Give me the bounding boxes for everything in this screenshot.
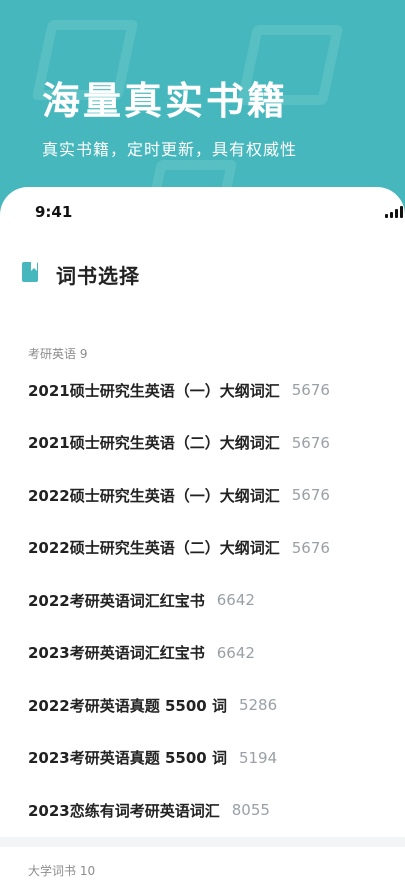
book-title: 2023考研英语词汇红宝书 [28, 644, 205, 663]
hero-subtitle: 真实书籍，定时更新，具有权威性 [42, 140, 298, 159]
book-list: 2021硕士研究生英语（一）大纲词汇 5676 2021硕士研究生英语（二）大纲… [0, 364, 405, 837]
word-count: 5676 [291, 381, 330, 400]
list-item[interactable]: 2021硕士研究生英语（一）大纲词汇 5676 [0, 364, 405, 417]
word-count: 6642 [216, 591, 255, 610]
section-divider [0, 837, 405, 847]
word-count: 5676 [291, 486, 330, 505]
book-title: 2022硕士研究生英语（二）大纲词汇 [28, 539, 280, 558]
list-item[interactable]: 2022硕士研究生英语（二）大纲词汇 5676 [0, 522, 405, 575]
section-title: 词书选择 [56, 264, 140, 288]
status-bar: 9:41 [0, 187, 405, 237]
list-item[interactable]: 2023考研英语词汇红宝书 6642 [0, 627, 405, 680]
list-item[interactable]: 2021硕士研究生英语（二）大纲词汇 5676 [0, 417, 405, 470]
hero-title: 海量真实书籍 [42, 79, 289, 123]
word-count: 5676 [291, 538, 330, 557]
status-time: 9:41 [35, 203, 73, 221]
phone-screen: 9:41 词书选择 考研英语 9 2021硕士研究生英语（一）大纲词汇 5676 [0, 187, 405, 887]
book-title: 2022考研英语词汇红宝书 [28, 591, 205, 610]
word-count: 6642 [216, 643, 255, 662]
list-item[interactable]: 2023恋练有词考研英语词汇 8055 [0, 784, 405, 837]
list-item[interactable]: 2022考研英语真题 5500 词 5286 [0, 679, 405, 732]
signal-icon [385, 206, 403, 218]
list-item[interactable]: 2022硕士研究生英语（一）大纲词汇 5676 [0, 469, 405, 522]
book-title: 2022硕士研究生英语（一）大纲词汇 [28, 486, 280, 505]
group-label-college: 大学词书 10 [28, 864, 96, 878]
book-title: 2021硕士研究生英语（二）大纲词汇 [28, 434, 280, 453]
group-label-kaoyan: 考研英语 9 [28, 347, 88, 361]
book-icon [22, 262, 38, 282]
word-count: 5676 [291, 433, 330, 452]
word-count: 8055 [231, 801, 270, 820]
word-count: 5286 [238, 696, 278, 715]
list-item[interactable]: 2022考研英语词汇红宝书 6642 [0, 574, 405, 627]
book-title: 2023考研英语真题 5500 词 [28, 749, 227, 768]
list-item[interactable]: 2023考研英语真题 5500 词 5194 [0, 732, 405, 785]
word-count: 5194 [238, 748, 278, 767]
book-title: 2022考研英语真题 5500 词 [28, 696, 227, 715]
book-title: 2023恋练有词考研英语词汇 [28, 801, 220, 820]
book-title: 2021硕士研究生英语（一）大纲词汇 [28, 381, 280, 400]
